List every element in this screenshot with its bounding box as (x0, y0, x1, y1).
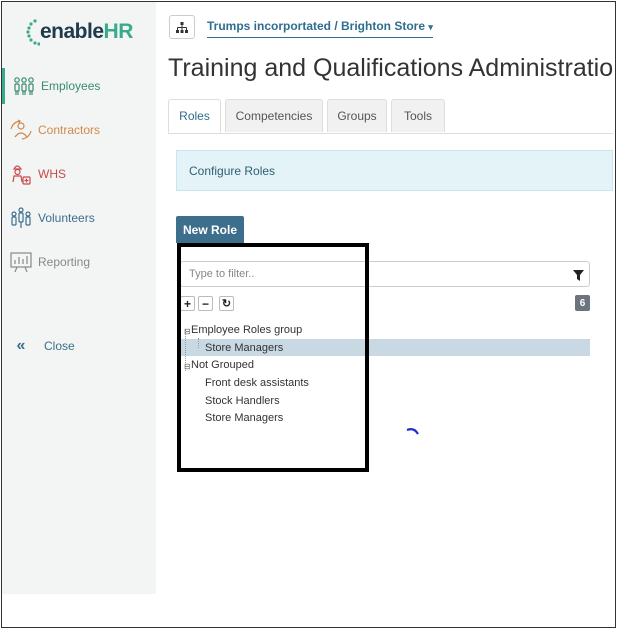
new-role-button[interactable]: New Role (176, 216, 244, 243)
info-box: Configure Roles (176, 150, 613, 191)
tab-groups[interactable]: Groups (327, 99, 387, 132)
sidebar-item-reporting[interactable]: Reporting (2, 244, 154, 280)
double-chevron-left-icon: « (16, 337, 26, 354)
count-badge: 6 (575, 295, 590, 311)
sidebar-item-label: Contractors (38, 123, 101, 137)
org-chart-icon (176, 21, 188, 33)
breadcrumb[interactable]: Trumps incorportated / Brighton Store ▾ (207, 19, 433, 38)
sidebar-item-volunteers[interactable]: Volunteers (2, 200, 154, 236)
employees-icon (11, 73, 37, 99)
sidebar-item-label: Reporting (38, 255, 91, 269)
tab-bar: Roles Competencies Groups Tools (168, 99, 613, 134)
logo-text-hr: HR (103, 20, 134, 43)
volunteers-icon (8, 205, 34, 231)
sidebar-item-label: WHS (38, 167, 66, 181)
whs-icon (8, 161, 34, 187)
sidebar-close-label: Close (44, 339, 75, 353)
filter-icon[interactable] (573, 268, 584, 286)
sidebar-item-employees[interactable]: Employees (2, 68, 157, 104)
sidebar-item-label: Employees (41, 79, 101, 93)
breadcrumb-text: Trumps incorportated / Brighton Store (207, 19, 426, 33)
sidebar-item-contractors[interactable]: Contractors (2, 112, 154, 148)
logo: enableHR (26, 14, 133, 50)
logo-text-enable: enable (40, 20, 104, 43)
highlight-annotation-box (177, 243, 369, 472)
tab-tools[interactable]: Tools (391, 99, 445, 132)
tab-competencies[interactable]: Competencies (225, 99, 323, 132)
sidebar-close-button[interactable]: « Close (2, 328, 154, 364)
loading-spinner-icon (406, 428, 419, 435)
org-structure-button[interactable] (169, 15, 195, 39)
sidebar-item-whs[interactable]: WHS (2, 156, 154, 192)
info-box-text: Configure Roles (189, 163, 276, 178)
tab-roles[interactable]: Roles (168, 99, 221, 133)
caret-down-icon: ▾ (428, 22, 433, 32)
sidebar-item-label: Volunteers (38, 211, 95, 225)
page-title: Training and Qualifications Administrati… (168, 54, 613, 82)
reporting-icon (8, 249, 34, 275)
logo-dots-icon (26, 19, 40, 46)
contractors-icon (8, 117, 34, 143)
